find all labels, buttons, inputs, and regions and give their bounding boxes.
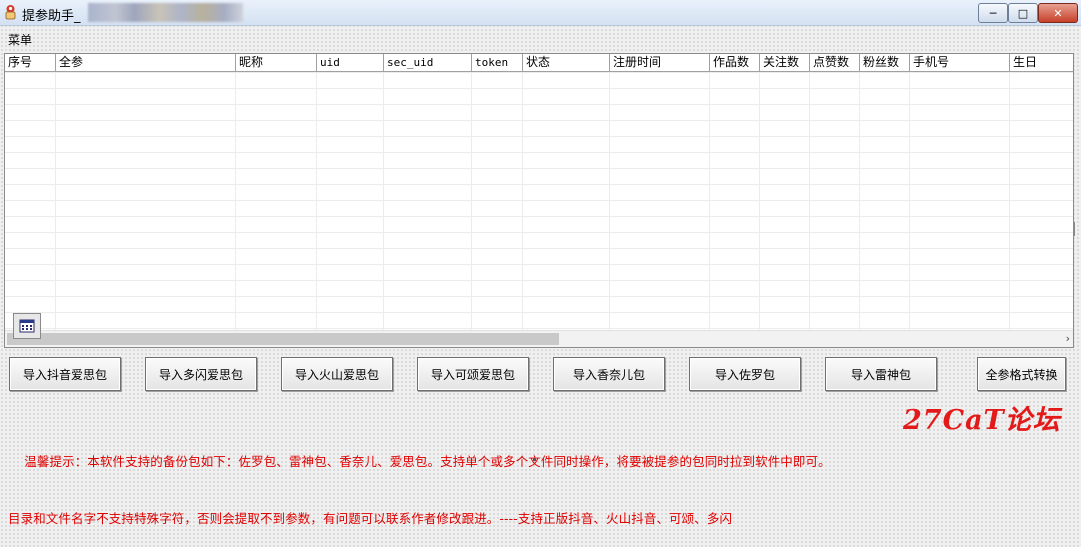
menu-bar: 菜单 <box>0 26 1081 48</box>
minimize-button[interactable]: ─ <box>978 3 1008 23</box>
import-douyin-button[interactable]: 导入抖音爱思包 <box>9 357 121 391</box>
import-duoshan-button[interactable]: 导入多闪爱思包 <box>145 357 257 391</box>
column-header-fans[interactable]: 粉丝数 <box>860 54 910 71</box>
column-header-likes[interactable]: 点赞数 <box>810 54 860 71</box>
title-redacted-area <box>88 3 243 22</box>
minimize-icon: ─ <box>989 6 997 20</box>
app-icon <box>5 5 16 20</box>
grid-body[interactable] <box>5 72 1073 330</box>
calendar-button[interactable] <box>13 313 41 339</box>
import-leishen-button[interactable]: 导入雷神包 <box>825 357 937 391</box>
column-header-following[interactable]: 关注数 <box>760 54 810 71</box>
scroll-right-arrow-icon[interactable]: › <box>1066 331 1070 347</box>
column-header-phone[interactable]: 手机号 <box>910 54 1010 71</box>
column-header-token[interactable]: token <box>472 54 523 71</box>
maximize-icon: □ <box>1017 6 1029 20</box>
grid-header: 序号 全参 昵称 uid sec_uid token 状态 注册时间 作品数 关… <box>5 54 1073 72</box>
column-header-birthday[interactable]: 生日 <box>1010 54 1073 71</box>
import-kesong-button[interactable]: 导入可颂爱思包 <box>417 357 529 391</box>
data-grid[interactable]: 序号 全参 昵称 uid sec_uid token 状态 注册时间 作品数 关… <box>4 53 1074 348</box>
column-header-status[interactable]: 状态 <box>523 54 610 71</box>
import-huoshan-button[interactable]: 导入火山爱思包 <box>281 357 393 391</box>
scrollbar-thumb[interactable] <box>7 333 559 345</box>
window-title: 提参助手_ <box>22 9 81 24</box>
window-edge-marker <box>1074 222 1081 236</box>
column-header-register-time[interactable]: 注册时间 <box>610 54 710 71</box>
forum-watermark: 27CaT论坛 <box>903 405 1061 436</box>
menu-item-menu[interactable]: 菜单 <box>8 31 32 48</box>
calendar-icon <box>19 319 35 333</box>
convert-format-button[interactable]: 全参格式转换 <box>977 357 1066 391</box>
column-header-works[interactable]: 作品数 <box>710 54 760 71</box>
close-icon: ✕ <box>1053 6 1063 20</box>
column-header-nickname[interactable]: 昵称 <box>236 54 317 71</box>
resize-marker <box>533 458 536 461</box>
close-button[interactable]: ✕ <box>1038 3 1078 23</box>
title-bar: 提参助手_ ─ □ ✕ <box>0 0 1081 26</box>
column-header-sec-uid[interactable]: sec_uid <box>384 54 472 71</box>
notice-line-2: 目录和文件名字不支持特殊字符，否则会提取不到参数，有问题可以联系作者修改跟进。-… <box>8 511 733 526</box>
column-header-uid[interactable]: uid <box>317 54 384 71</box>
import-zuoluo-button[interactable]: 导入佐罗包 <box>689 357 801 391</box>
import-xiangnaier-button[interactable]: 导入香奈儿包 <box>553 357 665 391</box>
horizontal-scrollbar[interactable]: › <box>5 330 1073 347</box>
column-header-fullparams[interactable]: 全参 <box>56 54 236 71</box>
column-header-index[interactable]: 序号 <box>5 54 56 71</box>
maximize-button[interactable]: □ <box>1008 3 1038 23</box>
